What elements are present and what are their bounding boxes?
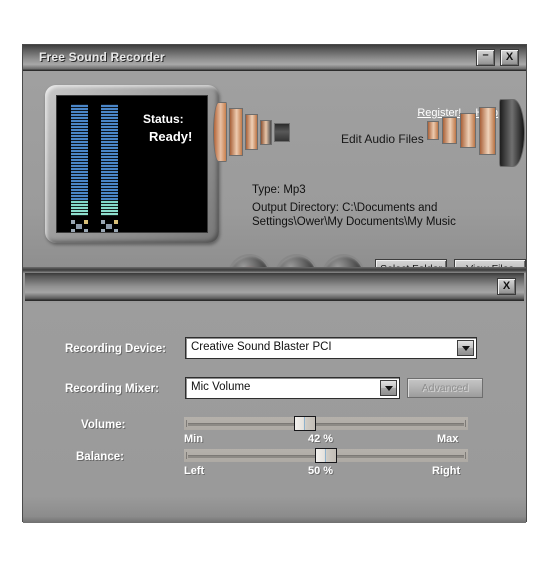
settings-body: Recording Device: Creative Sound Blaster…	[23, 303, 526, 523]
volume-slider-track	[188, 423, 464, 426]
volume-value-label: 42 %	[308, 433, 334, 445]
vu-meter-right	[101, 104, 118, 216]
vu-meter-left	[71, 104, 88, 216]
volume-slider-thumb[interactable]	[294, 416, 316, 431]
clip-indicator-left-icon	[71, 220, 88, 232]
balance-value-label: 50 %	[308, 465, 334, 477]
balance-right-label: Right	[432, 465, 461, 477]
output-directory-line1: Output Directory: C:\Documents and	[252, 202, 438, 214]
recording-mixer-select[interactable]: Mic Volume	[185, 377, 400, 399]
balance-tick-left	[186, 452, 187, 459]
settings-close-button[interactable]: X	[497, 278, 516, 295]
level-display: Status: Ready!	[56, 95, 208, 233]
volume-max-label: Max	[437, 433, 459, 445]
close-button[interactable]: X	[500, 49, 519, 66]
output-directory-line2: Settings\Ower\My Documents\My Music	[252, 216, 456, 228]
volume-slider[interactable]	[184, 416, 468, 431]
edit-audio-files-label[interactable]: Edit Audio Files	[341, 132, 424, 146]
title-bar: Free Sound Recorder – X	[23, 45, 526, 71]
status-value: Ready!	[149, 129, 193, 144]
recording-mixer-value: Mic Volume	[191, 381, 251, 393]
chevron-down-icon[interactable]	[380, 380, 397, 396]
main-window: Free Sound Recorder – X Status: Ready! R…	[22, 44, 527, 523]
clip-indicator-right-icon	[101, 220, 118, 232]
settings-title-bar: X	[25, 273, 524, 301]
minimize-button[interactable]: –	[476, 49, 495, 66]
advanced-button: Advanced	[407, 378, 483, 398]
window-title: Free Sound Recorder	[39, 50, 165, 64]
recording-device-value: Creative Sound Blaster PCI	[191, 341, 332, 353]
balance-label: Balance:	[76, 451, 124, 463]
balance-slider[interactable]	[184, 448, 468, 463]
balance-left-label: Left	[184, 465, 205, 477]
chevron-down-icon[interactable]	[457, 340, 474, 356]
display-bezel: Status: Ready!	[45, 85, 219, 243]
window-controls: – X	[476, 49, 519, 66]
recorder-panel: Status: Ready! Register! Help	[23, 71, 526, 306]
right-horn-icon	[423, 99, 531, 169]
volume-min-label: Min	[184, 433, 203, 445]
recording-device-select[interactable]: Creative Sound Blaster PCI	[185, 337, 477, 359]
app-root: Free Sound Recorder – X Status: Ready! R…	[0, 0, 549, 562]
balance-tick-right	[465, 452, 466, 459]
recording-device-label: Recording Device:	[65, 343, 166, 355]
left-horn-icon	[213, 102, 308, 164]
volume-tick-min	[186, 420, 187, 427]
device-settings-panel: X Recording Device: Creative Sound Blast…	[23, 273, 526, 523]
recording-mixer-label: Recording Mixer:	[65, 383, 159, 395]
volume-tick-max	[465, 420, 466, 427]
balance-slider-thumb[interactable]	[315, 448, 337, 463]
status-label: Status:	[143, 112, 184, 126]
volume-label: Volume:	[81, 419, 126, 431]
file-type-info: Type: Mp3	[252, 184, 306, 196]
